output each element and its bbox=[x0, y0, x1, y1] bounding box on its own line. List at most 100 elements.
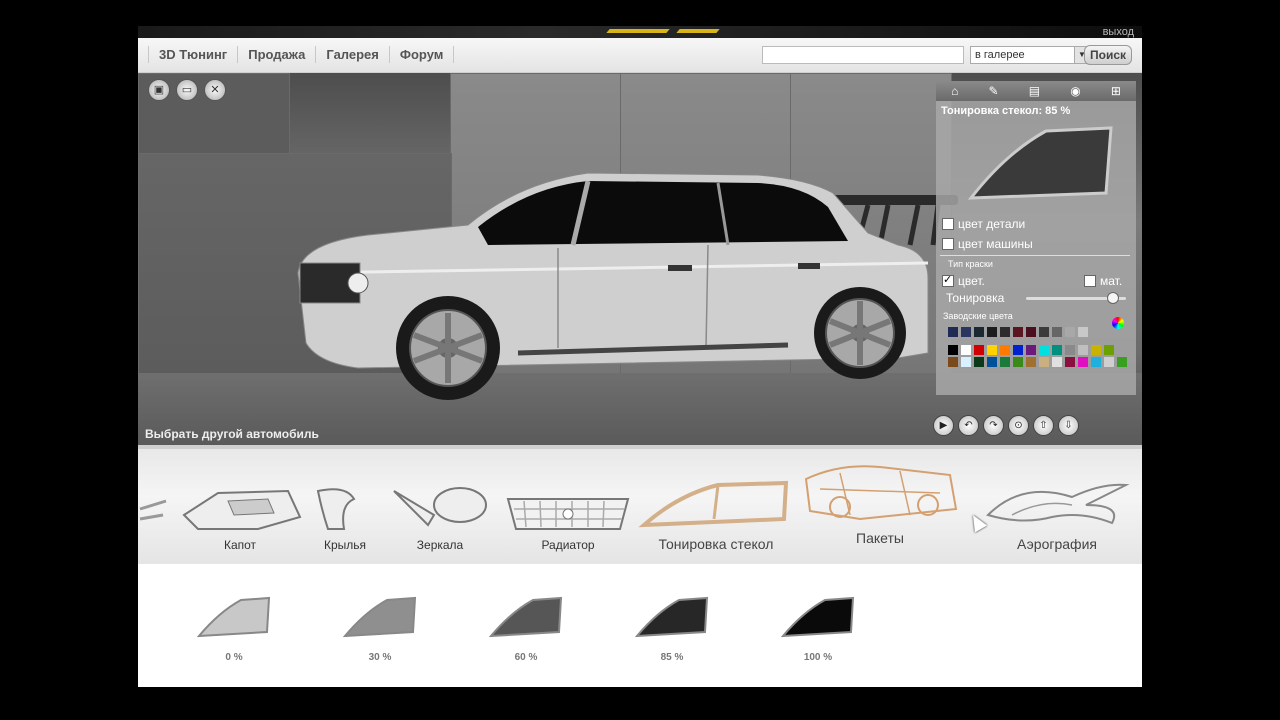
part-packages[interactable]: Пакеты bbox=[800, 459, 960, 546]
parts-carousel: Капот Крылья Зеркала Радиатор Тонировка … bbox=[138, 445, 1142, 567]
color-swatch[interactable] bbox=[1065, 327, 1075, 337]
color-swatch[interactable] bbox=[1065, 345, 1075, 355]
gloss-label: цвет. bbox=[958, 274, 985, 288]
color-swatch[interactable] bbox=[1039, 357, 1049, 367]
play-icon[interactable]: ▶ bbox=[933, 415, 954, 436]
gloss-checkbox[interactable]: цвет. bbox=[942, 273, 985, 288]
search-button[interactable]: Поиск bbox=[1084, 45, 1132, 65]
color-swatch[interactable] bbox=[1052, 345, 1062, 355]
color-swatch[interactable] bbox=[1104, 345, 1114, 355]
color-swatch[interactable] bbox=[1052, 357, 1062, 367]
color-swatch[interactable] bbox=[1117, 357, 1127, 367]
tint-option-60[interactable]: 60 % bbox=[484, 596, 568, 663]
open-icon[interactable]: ▭ bbox=[176, 79, 198, 101]
car-3d-viewer[interactable]: ▣ ▭ ✕ Выбрать другой автомобиль ⌂ ✎ ▤ ◉ … bbox=[138, 73, 1142, 445]
part-hood[interactable]: Капот bbox=[178, 487, 302, 552]
part-fenders[interactable]: Крылья bbox=[310, 485, 380, 552]
color-swatch[interactable] bbox=[1013, 345, 1023, 355]
color-swatch[interactable] bbox=[1091, 345, 1101, 355]
download-icon[interactable]: ⇩ bbox=[1058, 415, 1079, 436]
upload-icon[interactable]: ⇧ bbox=[1033, 415, 1054, 436]
camera-icon[interactable]: ◉ bbox=[1070, 84, 1080, 98]
part-label: Аэрография bbox=[1017, 536, 1097, 552]
color-swatch[interactable] bbox=[1039, 327, 1049, 337]
search-input[interactable] bbox=[762, 46, 964, 64]
prev-part-partial[interactable] bbox=[138, 479, 168, 539]
color-wheel-icon[interactable] bbox=[1112, 317, 1124, 329]
color-swatch[interactable] bbox=[961, 345, 971, 355]
color-swatch[interactable] bbox=[948, 345, 958, 355]
part-label: Радиатор bbox=[541, 538, 595, 552]
color-swatch[interactable] bbox=[1039, 345, 1049, 355]
tint-presets: 0 % 30 % 60 % 85 % 100 % bbox=[138, 563, 1142, 687]
checkbox-box[interactable] bbox=[1084, 275, 1096, 287]
tint-glass-icon bbox=[781, 596, 855, 638]
color-swatch[interactable] bbox=[1026, 357, 1036, 367]
color-swatch[interactable] bbox=[1065, 357, 1075, 367]
tint-option-30[interactable]: 30 % bbox=[338, 596, 422, 663]
home-icon[interactable]: ⌂ bbox=[951, 84, 958, 98]
camera-reset-icon[interactable]: ⊙ bbox=[1008, 415, 1029, 436]
matte-checkbox[interactable]: мат. bbox=[1084, 274, 1122, 288]
search-scope-select[interactable]: в галерее ▼ bbox=[970, 46, 1090, 64]
grille-icon bbox=[506, 498, 630, 530]
checkbox-box[interactable] bbox=[942, 273, 954, 287]
print-icon[interactable]: ▤ bbox=[1029, 84, 1040, 98]
color-swatch[interactable] bbox=[987, 345, 997, 355]
exit-link[interactable]: выход bbox=[1103, 26, 1134, 38]
color-swatch[interactable] bbox=[961, 327, 971, 337]
wrench-icon[interactable]: ✎ bbox=[988, 84, 998, 98]
tint-option-0[interactable]: 0 % bbox=[192, 596, 276, 663]
tint-settings-panel: ⌂ ✎ ▤ ◉ ⊞ Тонировка стекол: 85 % цвет де… bbox=[936, 81, 1136, 395]
tint-glass-icon bbox=[489, 596, 563, 638]
color-swatch[interactable] bbox=[1000, 357, 1010, 367]
car-color-label: цвет машины bbox=[958, 237, 1033, 251]
color-swatch[interactable] bbox=[1026, 327, 1036, 337]
color-swatch[interactable] bbox=[1078, 327, 1088, 337]
color-swatch[interactable] bbox=[1026, 345, 1036, 355]
color-swatch[interactable] bbox=[948, 357, 958, 367]
main-menu: 3D Тюнинг Продажа Галерея Форум bbox=[148, 46, 455, 63]
rotate-left-icon[interactable]: ↶ bbox=[958, 415, 979, 436]
part-color-checkbox[interactable]: цвет детали bbox=[942, 217, 1025, 231]
tint-slider-knob[interactable] bbox=[1107, 292, 1119, 304]
nav-item-3d-tuning[interactable]: 3D Тюнинг bbox=[148, 46, 237, 63]
nav-item-sale[interactable]: Продажа bbox=[237, 46, 315, 63]
top-banner-strip bbox=[138, 26, 1142, 38]
color-swatch[interactable] bbox=[961, 357, 971, 367]
part-airbrush[interactable]: Аэрография bbox=[982, 475, 1132, 552]
part-window-tint[interactable]: Тонировка стекол bbox=[638, 479, 794, 552]
color-swatch[interactable] bbox=[1091, 357, 1101, 367]
rotate-right-icon[interactable]: ↷ bbox=[983, 415, 1004, 436]
color-swatch[interactable] bbox=[1052, 327, 1062, 337]
color-swatch[interactable] bbox=[974, 345, 984, 355]
color-swatch[interactable] bbox=[1078, 345, 1088, 355]
color-swatch[interactable] bbox=[974, 327, 984, 337]
part-mirrors[interactable]: Зеркала bbox=[388, 485, 492, 552]
color-swatch[interactable] bbox=[948, 327, 958, 337]
tint-glass-icon bbox=[343, 596, 417, 638]
color-swatch[interactable] bbox=[1000, 327, 1010, 337]
nav-bar: 3D Тюнинг Продажа Галерея Форум в галере… bbox=[138, 38, 1142, 73]
color-swatch[interactable] bbox=[1013, 357, 1023, 367]
checkbox-box[interactable] bbox=[942, 238, 954, 250]
checkbox-box[interactable] bbox=[942, 218, 954, 230]
color-swatch[interactable] bbox=[987, 357, 997, 367]
color-swatch[interactable] bbox=[1000, 345, 1010, 355]
part-radiator[interactable]: Радиатор bbox=[504, 489, 632, 552]
tint-percent: 85 % bbox=[660, 652, 684, 663]
tint-option-100[interactable]: 100 % bbox=[776, 596, 860, 663]
save-icon[interactable]: ▣ bbox=[148, 79, 170, 101]
color-swatch[interactable] bbox=[987, 327, 997, 337]
color-swatch[interactable] bbox=[1078, 357, 1088, 367]
color-swatch[interactable] bbox=[1013, 327, 1023, 337]
color-swatch[interactable] bbox=[974, 357, 984, 367]
tools-icon[interactable]: ✕ bbox=[204, 79, 226, 101]
choose-another-car-link[interactable]: Выбрать другой автомобиль bbox=[145, 427, 319, 441]
color-swatch[interactable] bbox=[1104, 357, 1114, 367]
tree-icon[interactable]: ⊞ bbox=[1111, 84, 1121, 98]
car-color-checkbox[interactable]: цвет машины bbox=[942, 237, 1033, 251]
nav-item-gallery[interactable]: Галерея bbox=[315, 46, 389, 63]
nav-item-forum[interactable]: Форум bbox=[388, 46, 455, 63]
tint-option-85[interactable]: 85 % bbox=[630, 596, 714, 663]
